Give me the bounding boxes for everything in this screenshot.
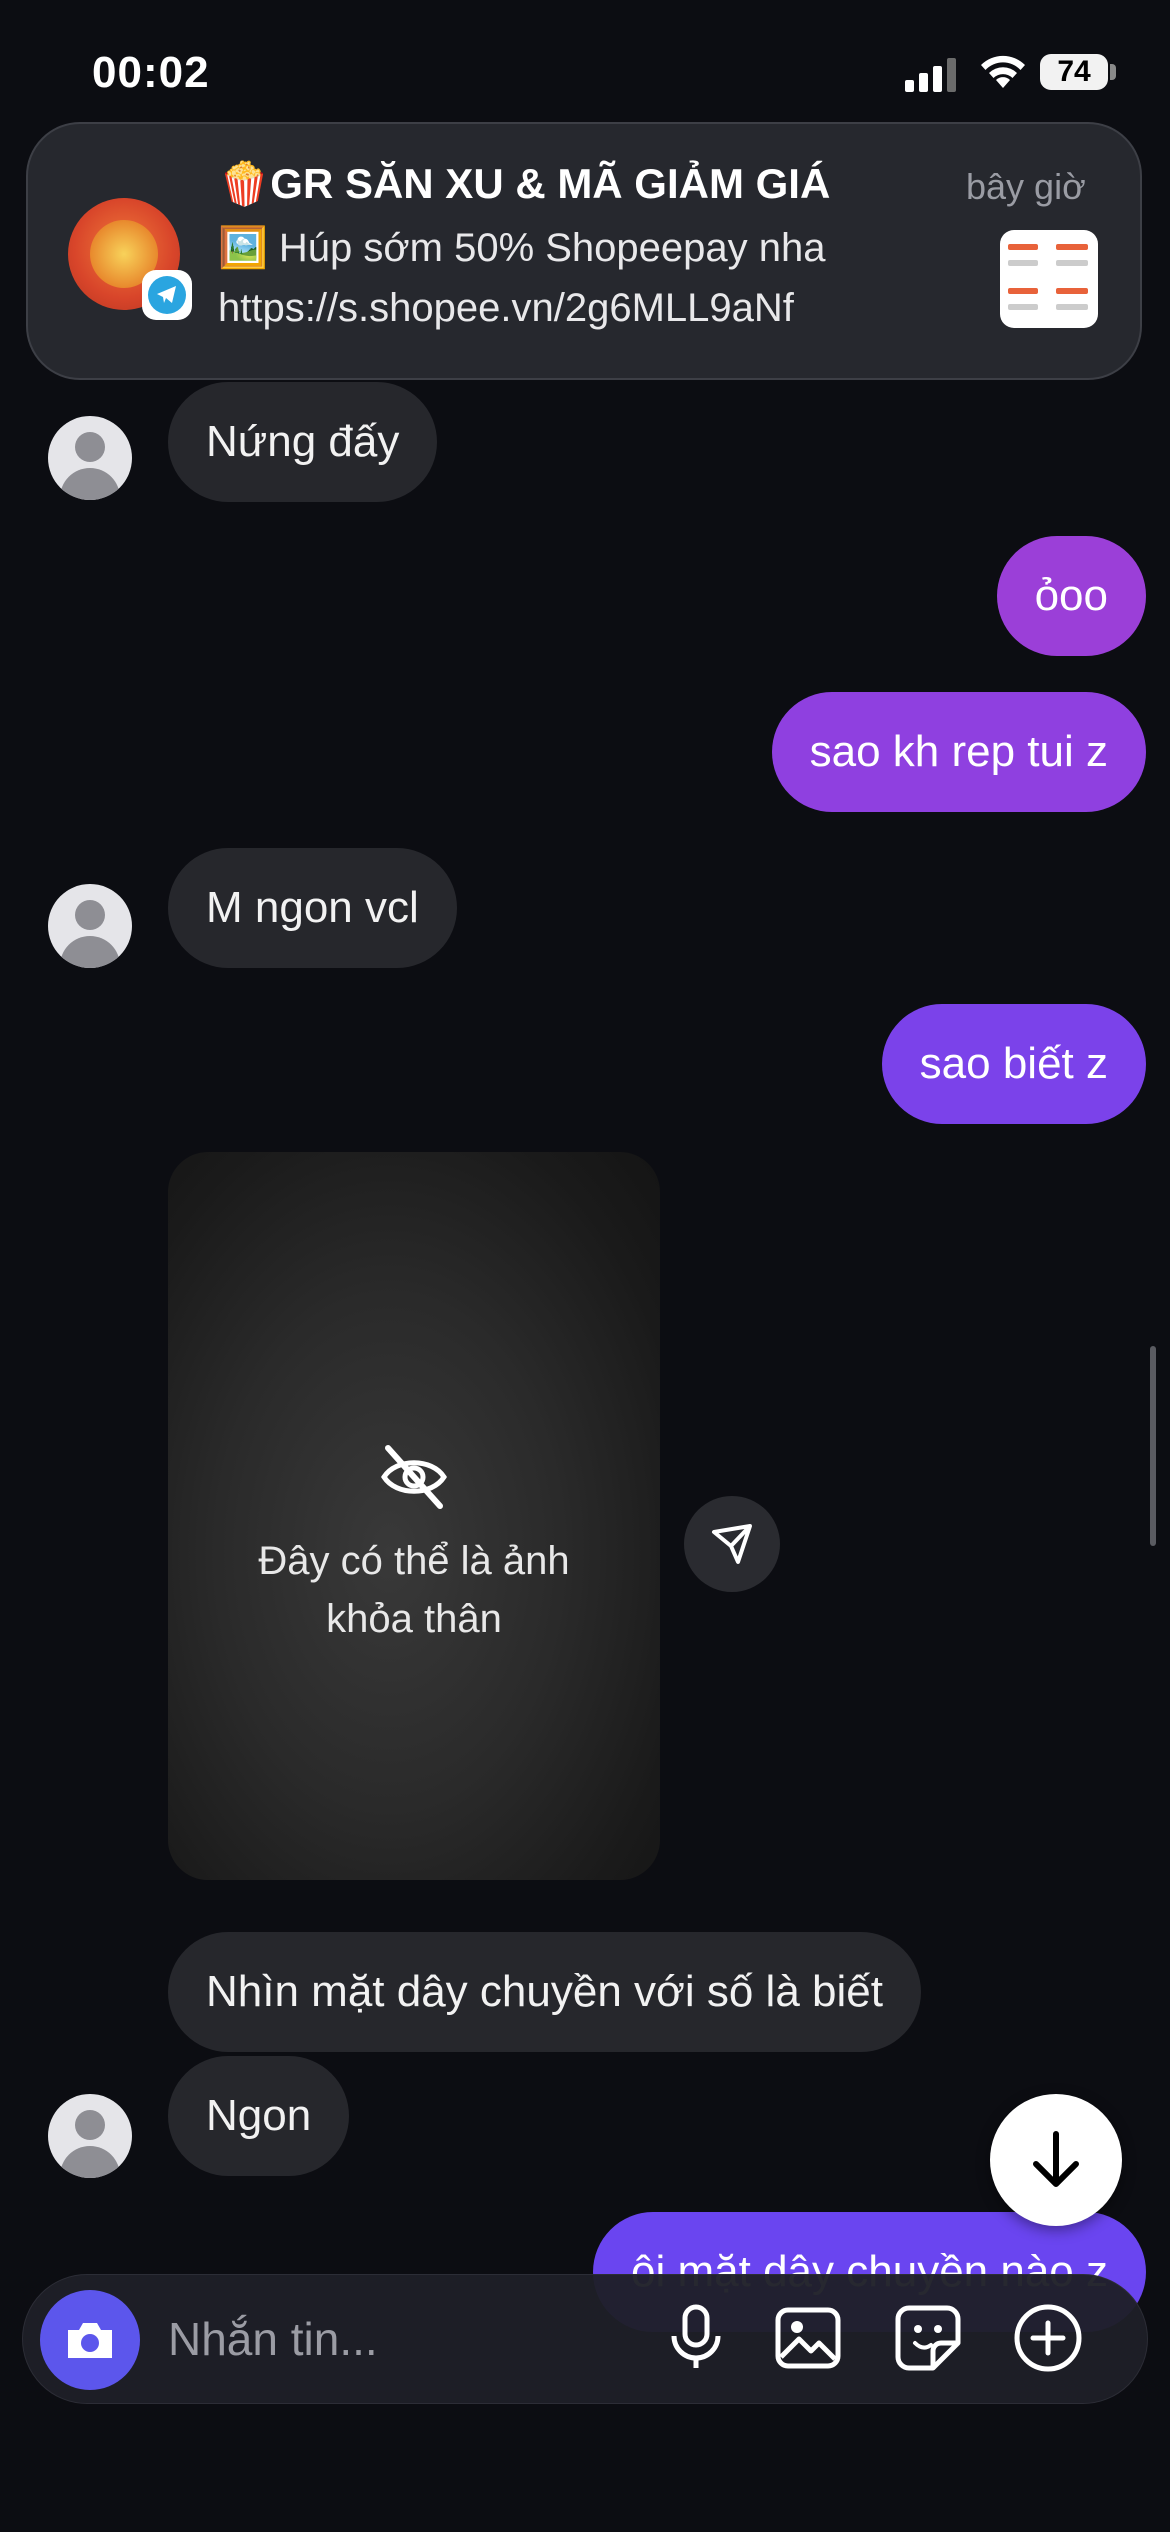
camera-icon — [68, 2323, 112, 2358]
telegram-icon — [142, 270, 192, 320]
sensitive-warning-line1: Đây có thể là ảnh — [258, 1539, 570, 1583]
message-bubble-incoming[interactable]: Ngon — [168, 2056, 350, 2176]
message-bubble-incoming[interactable]: Nhìn mặt dây chuyền với số là biết — [168, 1932, 921, 2052]
cellular-signal-icon — [905, 58, 956, 92]
share-button[interactable] — [684, 1496, 780, 1592]
sensitive-warning-line2: khỏa thân — [326, 1597, 502, 1641]
notification-title: 🍿GR SĂN XU & MÃ GIẢM GIÁ — [218, 160, 831, 207]
contact-avatar[interactable] — [48, 2094, 132, 2178]
microphone-icon — [671, 2304, 721, 2368]
sticker-icon — [895, 2305, 961, 2371]
send-icon — [712, 1524, 752, 1564]
image-icon — [775, 2307, 841, 2369]
message-bubble-outgoing[interactable]: sao kh rep tui z — [771, 692, 1146, 812]
notification-time: bây giờ — [966, 166, 1086, 207]
sticker-button[interactable] — [888, 2298, 968, 2378]
wifi-icon — [981, 55, 1025, 88]
contact-avatar[interactable] — [48, 416, 132, 500]
camera-button[interactable] — [40, 2290, 140, 2390]
plus-circle-icon — [1014, 2304, 1082, 2372]
sensitive-image-message[interactable]: Đây có thể là ảnh khỏa thân — [168, 1152, 660, 1880]
voice-button[interactable] — [656, 2298, 736, 2378]
arrow-down-icon — [1033, 2131, 1079, 2187]
message-bubble-incoming[interactable]: Nứng đấy — [168, 382, 438, 502]
gallery-button[interactable] — [768, 2298, 848, 2378]
message-bubble-outgoing[interactable]: ỏoo — [996, 536, 1146, 656]
scrollbar[interactable] — [1150, 1346, 1156, 1546]
contact-avatar[interactable] — [48, 884, 132, 968]
status-time: 00:02 — [92, 48, 210, 97]
more-button[interactable] — [1008, 2298, 1088, 2378]
sensitive-warning-text: Đây có thể là ảnh khỏa thân — [168, 1532, 660, 1648]
notification-thumbnail — [1000, 230, 1098, 328]
battery-tip — [1110, 64, 1116, 80]
message-bubble-outgoing[interactable]: sao biết z — [881, 1004, 1146, 1124]
notification-banner[interactable]: 🍿GR SĂN XU & MÃ GIẢM GIÁ 🖼️ Húp sớm 50% … — [26, 122, 1142, 380]
battery-indicator: 74 — [1040, 54, 1108, 90]
eye-off-icon — [381, 1445, 447, 1509]
message-input[interactable]: Nhắn tin... — [168, 2312, 378, 2366]
message-bubble-incoming[interactable]: M ngon vcl — [168, 848, 457, 968]
scroll-to-bottom-button[interactable] — [990, 2094, 1122, 2226]
notification-message-line2: https://s.shopee.vn/2g6MLL9aNf — [218, 286, 794, 330]
notification-message-line1: 🖼️ Húp sớm 50% Shopeepay nha — [218, 226, 826, 270]
